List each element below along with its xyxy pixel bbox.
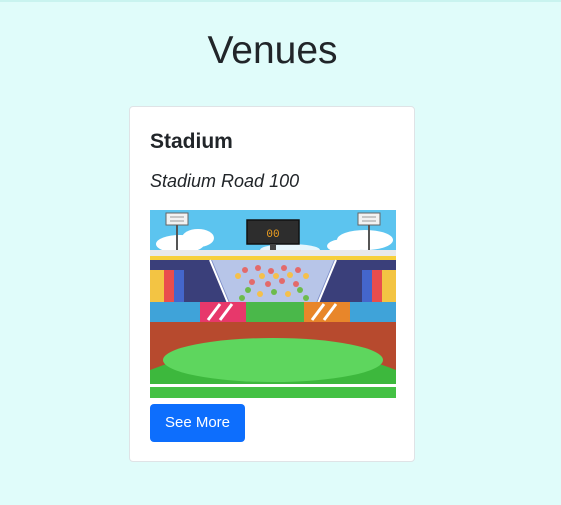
see-more-button[interactable]: See More [150, 404, 245, 442]
stadium-image: 00 [150, 210, 396, 398]
top-border [0, 0, 561, 2]
page-title: Venues [207, 29, 338, 72]
scoreboard-digits: 00 [266, 229, 279, 241]
venue-card: Stadium Stadium Road 100 00 See More [129, 106, 415, 462]
venue-name: Stadium [150, 130, 233, 153]
venue-address: Stadium Road 100 [150, 171, 300, 191]
